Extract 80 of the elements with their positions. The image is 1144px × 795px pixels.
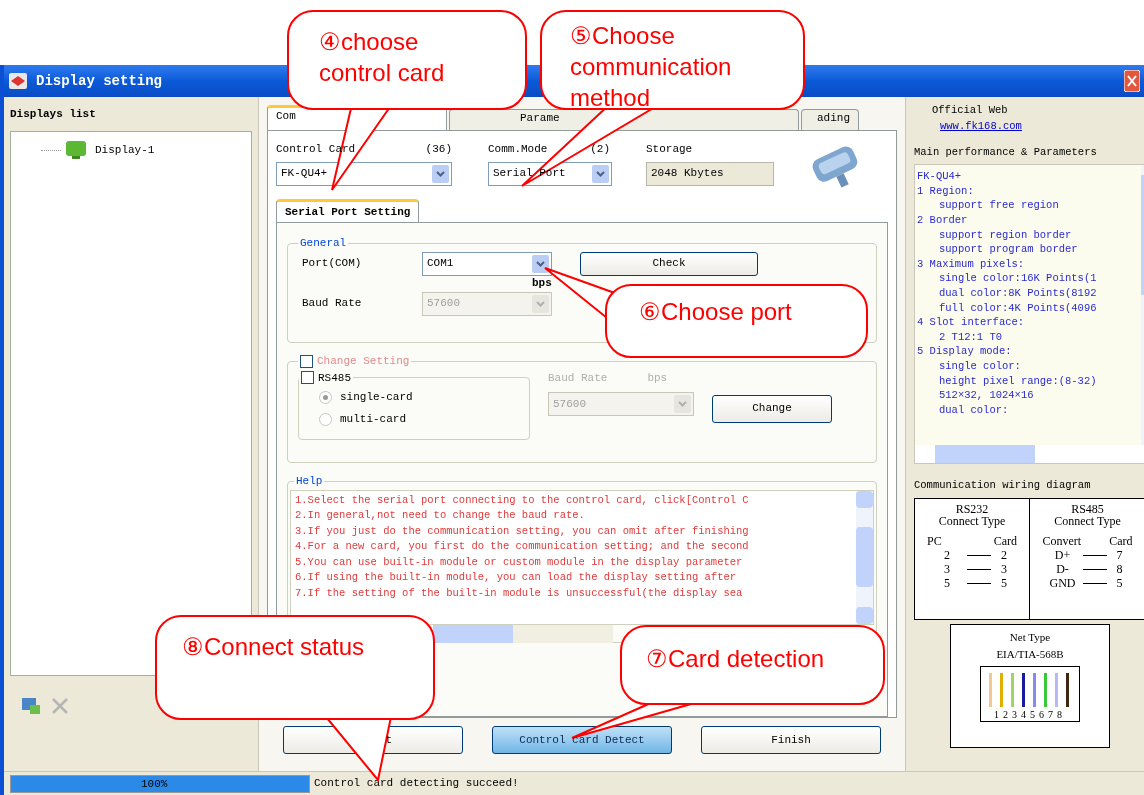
field-label: Baud Rate — [301, 296, 363, 312]
table-cell: GND — [1048, 577, 1077, 589]
scrollbar[interactable] — [856, 490, 873, 624]
website-link[interactable]: www.fk168.com — [940, 119, 1022, 132]
parameter-line: FK-QU4+ — [917, 169, 963, 184]
table-title: RS232 — [955, 503, 989, 515]
group-title: Change Setting — [317, 354, 410, 369]
card-title: Net Type — [1009, 630, 1051, 645]
add-display-icon[interactable] — [20, 696, 42, 716]
help-text: 1.Select the serial port connecting to the control card, click[Control C 2.In general,not need to change the baud rate. 3.If you just do the communication setting, you can omit after finishing 4.For a new card, you first do the communication setting; and the second 5.You can use built-in module or custom module in the display parameter 6.If using the built-in module, you can load the display setting after 7.If the setting of the built-in module is unsuccessful(the display sea — [294, 492, 750, 601]
table-cell-text: 2 — [1000, 549, 1008, 561]
progress-label: 100% — [141, 776, 168, 792]
count-label: (2) — [590, 142, 610, 157]
table-cell-text: 7 — [1115, 549, 1124, 561]
tab[interactable]: ading — [801, 109, 859, 130]
group-title: General — [299, 236, 348, 251]
dialog-button[interactable]: Finish — [701, 726, 881, 754]
status-message: Control card detecting succeed! — [314, 776, 519, 792]
table-cell-text: D+ — [1053, 549, 1072, 561]
parameter-line: full color:4K Points(4096 — [938, 300, 1098, 316]
field-label: Comm.Mode — [488, 142, 548, 157]
parameter-line: support free region — [938, 198, 1060, 214]
field-label: Port(COM) — [301, 256, 363, 272]
parameter-line: 3 Maximum pixels: — [917, 256, 1026, 272]
unit-label: bps — [532, 276, 552, 289]
parameter-line: 1 Region: — [917, 183, 975, 199]
parameter-line: 4 Slot interface: — [917, 315, 1026, 330]
port-dropdown[interactable]: COM1 — [422, 251, 552, 276]
window-title: Display setting — [36, 71, 163, 91]
parameter-line: 5 Display mode: — [917, 344, 1013, 359]
pin-numbers: 12345678 — [994, 709, 1066, 721]
parameter-line: single color:16K Points(1 — [938, 271, 1098, 286]
tab[interactable]: Serial Port Setting — [276, 199, 420, 222]
column-header: Card — [993, 535, 1017, 547]
display-item[interactable]: Display-1 — [61, 140, 159, 160]
field-label: Storage — [646, 142, 694, 157]
scrollbar[interactable] — [915, 445, 1144, 464]
monitor-icon — [65, 140, 87, 160]
section-title: Communication wiring diagram — [914, 478, 1092, 494]
delete-icon[interactable] — [50, 696, 70, 716]
table-cell-text: 2 — [943, 549, 951, 561]
dialog-button[interactable]: Control card Detect — [492, 726, 672, 754]
section-title: Main performance & Parameters — [914, 144, 1098, 160]
group-title: Help — [295, 474, 324, 489]
radio-label: multi-card — [340, 411, 406, 427]
radio-label: single-card — [340, 389, 413, 405]
count-label: (36) — [425, 142, 452, 157]
close-icon[interactable] — [1124, 70, 1140, 92]
table-cell-text: 3 — [1000, 563, 1008, 575]
parameter-line: single color: — [938, 358, 1022, 374]
field-label: Official Web — [932, 103, 1009, 118]
storage-field: 2048 Kbytes — [646, 161, 774, 186]
checkbox-label: RS485 — [318, 370, 351, 386]
parameter-line: 2 T12:1 T0 — [938, 329, 1003, 345]
field-label: Baud Rate — [548, 370, 608, 386]
parameter-line: 2 Border — [917, 213, 969, 228]
column-header: Card — [1109, 535, 1133, 547]
table-cell-text: 5 — [1115, 577, 1124, 589]
control-card-dropdown[interactable]: FK-QU4+ — [276, 161, 452, 186]
table-cell-text: 8 — [1115, 563, 1124, 575]
table-title: Connect Type — [938, 515, 1006, 527]
table-cell-text: 3 — [943, 563, 951, 575]
parameter-line: support program border — [938, 242, 1079, 257]
parameter-line: dual color:8K Points(8192 — [938, 286, 1098, 301]
check-button[interactable]: Check — [580, 251, 758, 276]
parameter-line: dual color: — [938, 402, 1010, 418]
table-cell-text: D- — [1055, 563, 1070, 575]
unit-label: bps — [647, 370, 668, 386]
column-header: Convert — [1042, 535, 1082, 547]
panel-title: Displays list — [10, 106, 97, 122]
app-icon — [8, 72, 28, 90]
table-title: Connect Type — [1054, 515, 1121, 527]
standard-label: EIA/TIA-568B — [996, 646, 1064, 662]
parameter-line: support region border — [938, 227, 1073, 243]
parameter-line: height pixel range:(8-32) — [938, 373, 1098, 389]
table-cell-text: 5 — [1000, 577, 1008, 589]
column-header: PC — [927, 535, 942, 547]
table-cell-text: 5 — [943, 577, 951, 589]
table-title: RS485 — [1071, 503, 1104, 515]
parameter-line: 512×32, 1024×16 — [938, 388, 1035, 403]
